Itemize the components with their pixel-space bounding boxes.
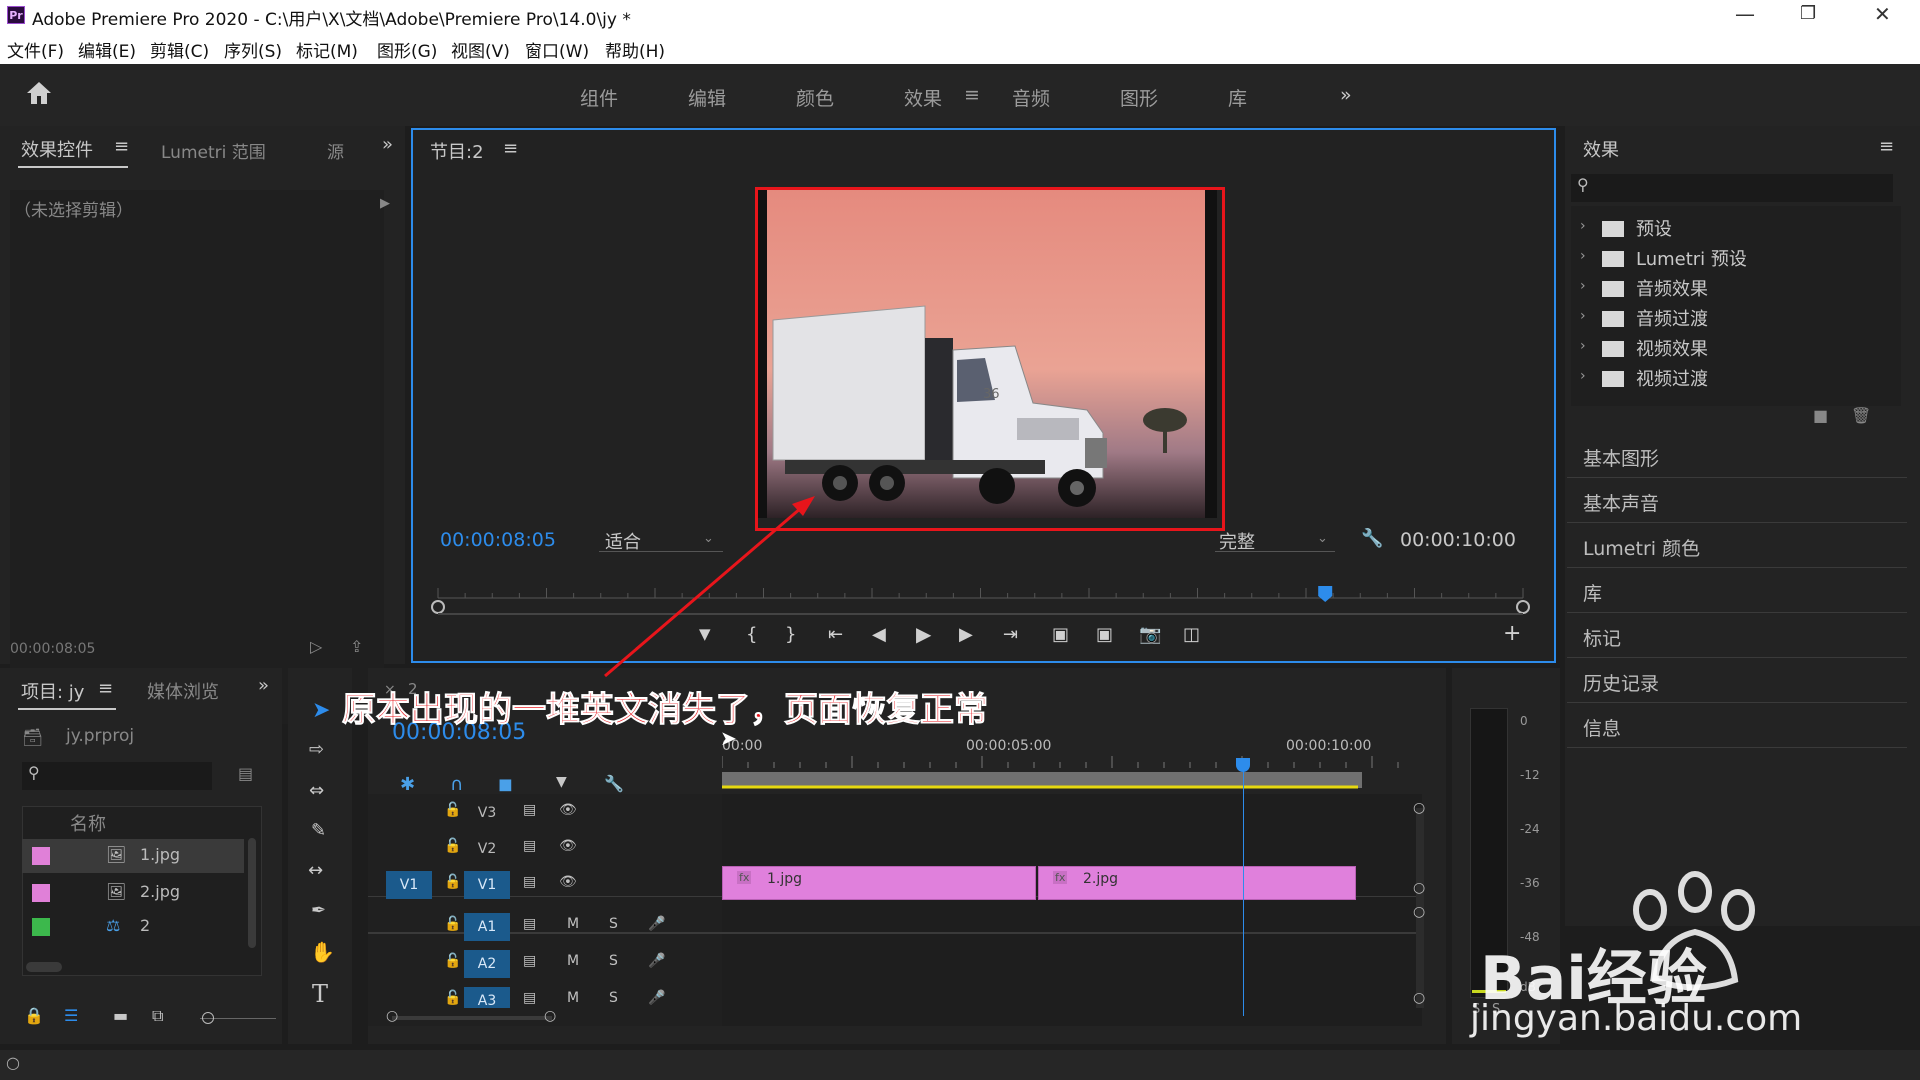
- annotation-arrow: [604, 496, 815, 678]
- mouse-cursor-icon: ➤: [720, 726, 737, 750]
- annotation-text: 原本出现的一堆英文消失了，页面恢复正常: [342, 690, 989, 731]
